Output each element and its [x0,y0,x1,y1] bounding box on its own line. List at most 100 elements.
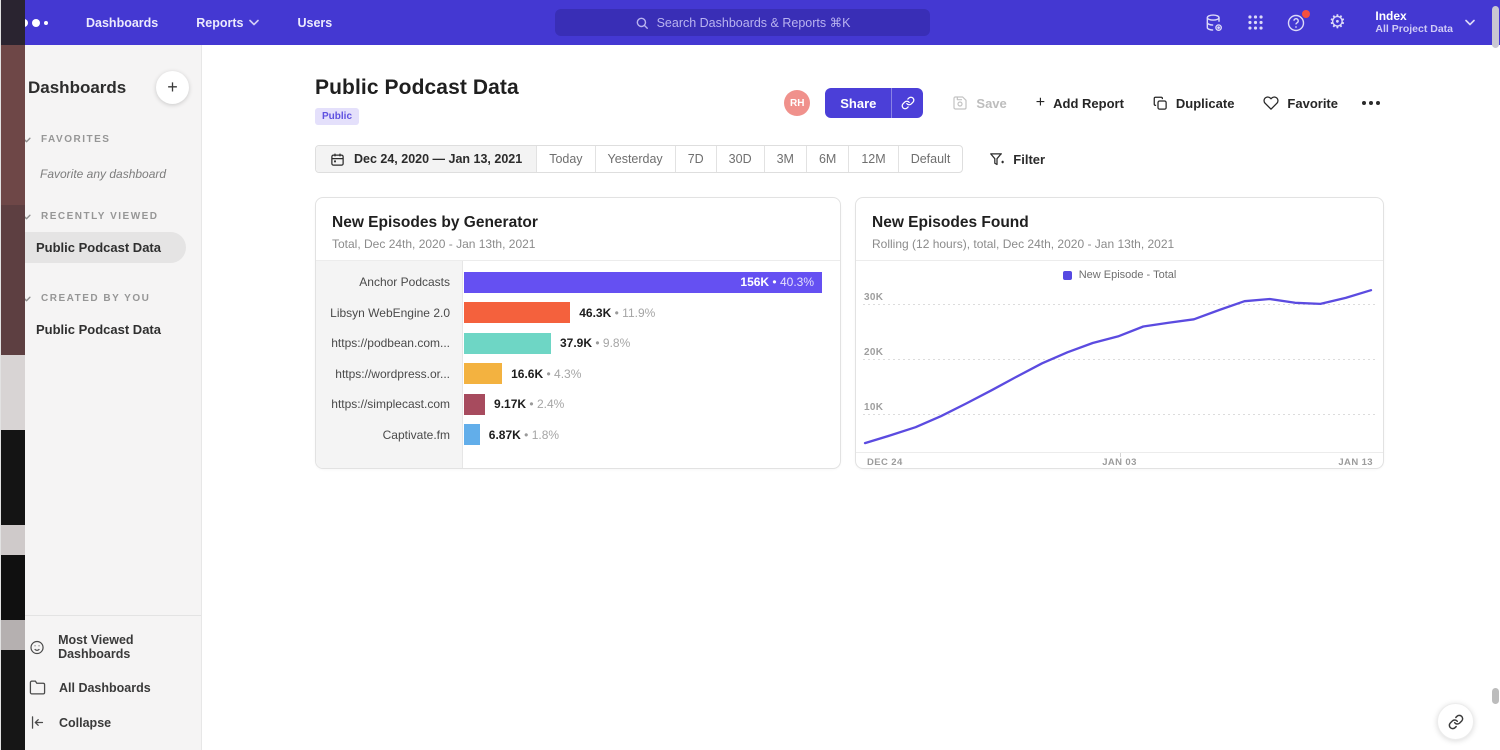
bar-track[interactable]: 6.87K • 1.8% [464,424,840,445]
nav-users[interactable]: Users [297,16,332,30]
preset-30d[interactable]: 30D [716,146,764,172]
bar-track[interactable]: 37.9K • 9.8% [464,333,840,354]
preset-6m[interactable]: 6M [806,146,848,172]
bar-value-label: 16.6K • 4.3% [511,367,581,381]
data-management-icon[interactable] [1203,12,1225,34]
most-viewed-dashboards-button[interactable]: Most Viewed Dashboards [8,624,201,670]
nav-dashboards[interactable]: Dashboards [86,16,158,30]
preset-yesterday[interactable]: Yesterday [595,146,675,172]
scrollbar-end [1492,688,1499,704]
bar-chart-title: New Episodes by Generator [332,214,824,232]
bar-track[interactable]: 9.17K • 2.4% [464,394,840,415]
preset-today[interactable]: Today [536,146,594,172]
mixpanel-logo[interactable] [20,19,60,27]
chevron-down-icon [1465,19,1475,26]
y-tick-label: 10K [864,402,883,413]
add-report-button[interactable]: + Add Report [1036,94,1124,112]
date-range-picker[interactable]: Dec 24, 2020 — Jan 13, 2021 [316,146,536,172]
heart-icon [1263,95,1279,111]
date-presets: TodayYesterday7D30D3M6M12MDefault [536,146,962,172]
more-options-button[interactable] [1360,95,1382,111]
bar-row: https://wordpress.or... 16.6K • 4.3% [316,359,840,390]
bar-fill [464,363,502,384]
legend-label: New Episode - Total [1079,269,1177,281]
bar-row: Libsyn WebEngine 2.046.3K • 11.9% [316,298,840,329]
add-dashboard-button[interactable]: + [156,71,189,104]
x-tick-label: JAN 03 [1102,457,1137,468]
project-selector[interactable]: Index All Project Data [1375,9,1475,36]
save-button[interactable]: Save [952,95,1006,111]
controls-row: Dec 24, 2020 — Jan 13, 2021 TodayYesterd… [315,145,1498,173]
bar-track[interactable]: 46.3K • 11.9% [464,302,840,323]
avatar[interactable]: RH [784,90,810,116]
preset-7d[interactable]: 7D [675,146,716,172]
bar-value-label: 37.9K • 9.8% [560,336,630,350]
sidebar: Dashboards + FAVORITES Favorite any dash… [8,45,202,750]
bar-chart-card: New Episodes by Generator Total, Dec 24t… [315,197,841,469]
y-tick-label: 20K [864,347,883,358]
apps-grid-icon[interactable] [1244,12,1266,34]
background-window-strip [0,0,8,750]
legend-swatch [1063,271,1072,280]
settings-gear-icon[interactable]: ⚙ [1326,12,1348,34]
top-nav: Dashboards Reports Users Search Dashboar… [0,0,1500,45]
bar-row: Anchor Podcasts 156K • 40.3% [316,267,840,298]
section-favorites[interactable]: FAVORITES [8,134,201,145]
bar-category-label: Libsyn WebEngine 2.0 [316,306,463,320]
search-input[interactable]: Search Dashboards & Reports ⌘K [555,9,930,36]
bar-fill: 156K • 40.3% [464,272,822,293]
bar-fill [464,424,480,445]
help-icon[interactable] [1285,12,1307,34]
bar-chart-subtitle: Total, Dec 24th, 2020 - Jan 13th, 2021 [332,237,824,251]
bar-value-label: 9.17K • 2.4% [494,397,564,411]
plus-icon: + [1036,94,1045,112]
collapse-icon [29,714,46,731]
bar-category-label: Anchor Podcasts [316,275,463,289]
line-chart-x-axis: DEC 24 JAN 03 JAN 13 [856,452,1383,469]
link-icon [901,96,915,110]
search-icon [635,16,649,30]
collapse-sidebar-button[interactable]: Collapse [8,705,201,740]
duplicate-button[interactable]: Duplicate [1153,96,1235,111]
smiley-icon [29,639,45,656]
line-chart-subtitle: Rolling (12 hours), total, Dec 24th, 202… [872,237,1367,251]
main-content: Public Podcast Data Public RH Share Save [202,45,1500,750]
x-tick-label: DEC 24 [867,457,903,468]
preset-12m[interactable]: 12M [848,146,897,172]
project-subtitle: All Project Data [1375,23,1453,36]
line-chart-card: New Episodes Found Rolling (12 hours), t… [855,197,1384,469]
favorites-empty-note: Favorite any dashboard [40,167,201,181]
sidebar-item-public-podcast-data-created[interactable]: Public Podcast Data [8,314,201,345]
section-recently-viewed[interactable]: RECENTLY VIEWED [8,211,201,222]
bar-category-label: https://simplecast.com [316,397,463,411]
calendar-icon [330,152,345,167]
preset-default[interactable]: Default [898,146,963,172]
bar-category-label: Captivate.fm [316,428,463,442]
bar-category-label: https://wordpress.or... [316,367,463,381]
nav-reports[interactable]: Reports [196,16,259,30]
bar-value-label: 156K • 40.3% [740,275,814,289]
sidebar-item-public-podcast-data[interactable]: Public Podcast Data [8,232,186,263]
line-chart-title: New Episodes Found [872,214,1367,232]
scrollbar-thumb[interactable] [1492,6,1499,48]
share-link-button[interactable] [891,88,923,118]
line-chart-legend[interactable]: New Episode - Total [856,264,1383,286]
copy-icon [1153,96,1168,111]
folder-icon [29,679,46,696]
bar-chart: Anchor Podcasts 156K • 40.3% Libsyn WebEng… [316,261,840,469]
all-dashboards-button[interactable]: All Dashboards [8,670,201,705]
bar-row: https://simplecast.com 9.17K • 2.4% [316,389,840,420]
chevron-down-icon [249,19,259,26]
notification-dot [1302,10,1310,18]
bar-fill [464,333,551,354]
floating-link-button[interactable] [1437,703,1474,740]
bar-track[interactable]: 16.6K • 4.3% [464,363,840,384]
share-button[interactable]: Share [825,88,891,118]
preset-3m[interactable]: 3M [764,146,806,172]
save-icon [952,95,968,111]
bar-chart-rows: Anchor Podcasts 156K • 40.3% Libsyn WebEng… [316,261,840,450]
favorite-button[interactable]: Favorite [1263,95,1338,111]
bar-track[interactable]: 156K • 40.3% [464,272,840,293]
filter-button[interactable]: Filter [989,152,1045,167]
section-created-by-you[interactable]: CREATED BY YOU [8,293,201,304]
